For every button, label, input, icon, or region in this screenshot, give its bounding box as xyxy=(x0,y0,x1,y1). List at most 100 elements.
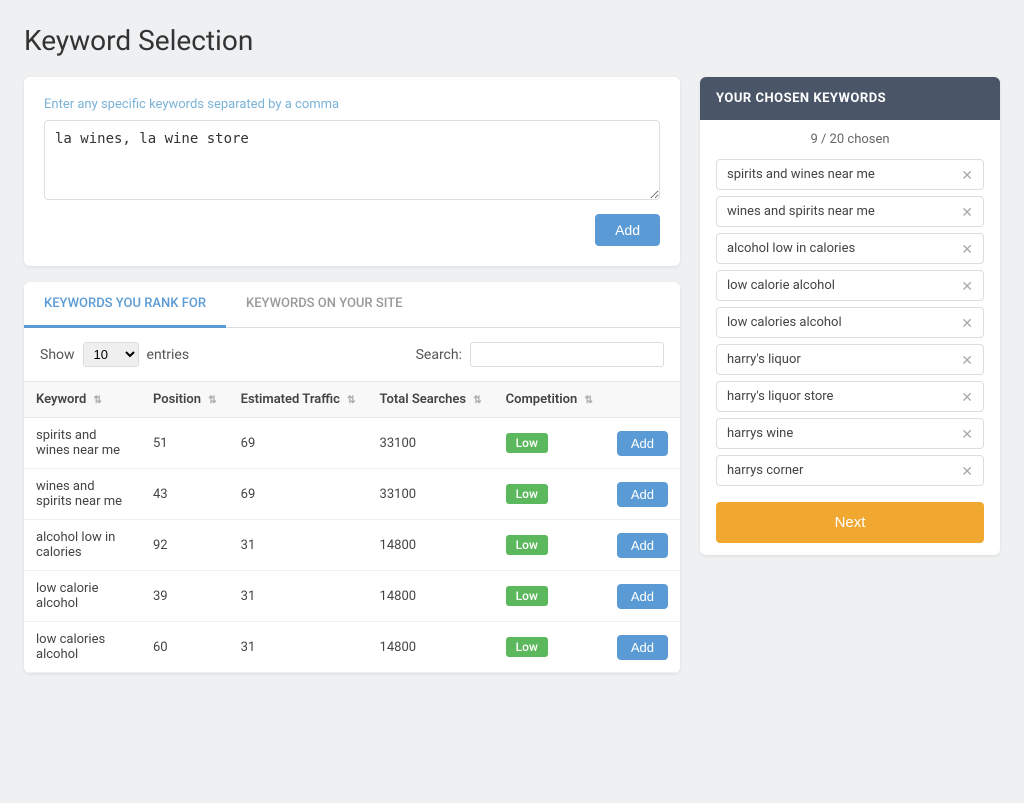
chosen-count: 9 / 20 chosen xyxy=(716,132,984,147)
chosen-keyword-item: harrys wine ✕ xyxy=(716,418,984,449)
remove-keyword-button[interactable]: ✕ xyxy=(961,353,973,367)
chosen-keyword-item: low calories alcohol ✕ xyxy=(716,307,984,338)
table-row: spirits and wines near me 51 69 33100 Lo… xyxy=(24,418,680,469)
add-row-button[interactable]: Add xyxy=(617,635,668,660)
chosen-keyword-label: spirits and wines near me xyxy=(727,167,875,182)
cell-position: 39 xyxy=(141,571,229,622)
cell-searches: 14800 xyxy=(368,571,494,622)
table-row: low calorie alcohol 39 31 14800 Low Add xyxy=(24,571,680,622)
keyword-textarea[interactable]: la wines, la wine store xyxy=(44,120,660,200)
cell-traffic: 31 xyxy=(229,622,368,673)
chosen-keyword-label: low calorie alcohol xyxy=(727,278,835,293)
sort-traffic-icon[interactable]: ⇅ xyxy=(347,395,355,406)
next-button[interactable]: Next xyxy=(716,502,984,543)
entries-label: entries xyxy=(147,347,190,363)
chosen-body: 9 / 20 chosen spirits and wines near me … xyxy=(700,120,1000,555)
col-header-competition: Competition ⇅ xyxy=(494,382,605,418)
col-header-traffic: Estimated Traffic ⇅ xyxy=(229,382,368,418)
cell-keyword: spirits and wines near me xyxy=(24,418,141,469)
remove-keyword-button[interactable]: ✕ xyxy=(961,168,973,182)
chosen-keyword-label: low calories alcohol xyxy=(727,315,842,330)
chosen-keyword-label: harrys wine xyxy=(727,426,793,441)
chosen-keyword-label: harry's liquor xyxy=(727,352,801,367)
col-header-keyword: Keyword ⇅ xyxy=(24,382,141,418)
right-panel: YOUR CHOSEN KEYWORDS 9 / 20 chosen spiri… xyxy=(700,77,1000,555)
remove-keyword-button[interactable]: ✕ xyxy=(961,279,973,293)
remove-keyword-button[interactable]: ✕ xyxy=(961,205,973,219)
cell-competition: Low xyxy=(494,622,605,673)
cell-traffic: 69 xyxy=(229,469,368,520)
cell-action: Add xyxy=(605,520,680,571)
table-search-input[interactable] xyxy=(470,342,664,367)
chosen-keyword-item: wines and spirits near me ✕ xyxy=(716,196,984,227)
left-panel: Enter any specific keywords separated by… xyxy=(24,77,680,673)
competition-badge: Low xyxy=(506,586,548,606)
competition-badge: Low xyxy=(506,433,548,453)
cell-action: Add xyxy=(605,469,680,520)
cell-traffic: 31 xyxy=(229,520,368,571)
cell-keyword: wines and spirits near me xyxy=(24,469,141,520)
cell-action: Add xyxy=(605,418,680,469)
keyword-input-card: Enter any specific keywords separated by… xyxy=(24,77,680,266)
table-controls: Show 10 25 50 100 entries Search: xyxy=(24,328,680,381)
remove-keyword-button[interactable]: ✕ xyxy=(961,242,973,256)
remove-keyword-button[interactable]: ✕ xyxy=(961,316,973,330)
entries-select[interactable]: 10 25 50 100 xyxy=(83,342,139,367)
chosen-keyword-item: alcohol low in calories ✕ xyxy=(716,233,984,264)
competition-badge: Low xyxy=(506,484,548,504)
chosen-keywords-card: YOUR CHOSEN KEYWORDS 9 / 20 chosen spiri… xyxy=(700,77,1000,555)
table-search-box: Search: xyxy=(416,342,664,367)
cell-keyword: alcohol low in calories xyxy=(24,520,141,571)
cell-position: 51 xyxy=(141,418,229,469)
tab-keywords-rank[interactable]: KEYWORDS YOU RANK FOR xyxy=(24,282,226,328)
page-title: Keyword Selection xyxy=(24,24,1000,57)
remove-keyword-button[interactable]: ✕ xyxy=(961,464,973,478)
cell-traffic: 31 xyxy=(229,571,368,622)
cell-competition: Low xyxy=(494,469,605,520)
chosen-keyword-item: harrys corner ✕ xyxy=(716,455,984,486)
remove-keyword-button[interactable]: ✕ xyxy=(961,390,973,404)
cell-competition: Low xyxy=(494,418,605,469)
cell-action: Add xyxy=(605,622,680,673)
chosen-keyword-item: spirits and wines near me ✕ xyxy=(716,159,984,190)
chosen-keyword-item: low calorie alcohol ✕ xyxy=(716,270,984,301)
sort-searches-icon[interactable]: ⇅ xyxy=(473,395,481,406)
table-row: low calories alcohol 60 31 14800 Low Add xyxy=(24,622,680,673)
chosen-keyword-label: harrys corner xyxy=(727,463,803,478)
competition-badge: Low xyxy=(506,535,548,555)
chosen-keywords-list: spirits and wines near me ✕ wines and sp… xyxy=(716,159,984,486)
keywords-table-card: KEYWORDS YOU RANK FOR KEYWORDS ON YOUR S… xyxy=(24,282,680,673)
tabs-header: KEYWORDS YOU RANK FOR KEYWORDS ON YOUR S… xyxy=(24,282,680,328)
add-row-button[interactable]: Add xyxy=(617,584,668,609)
add-keyword-button[interactable]: Add xyxy=(595,214,660,246)
add-row-button[interactable]: Add xyxy=(617,482,668,507)
cell-position: 92 xyxy=(141,520,229,571)
cell-competition: Low xyxy=(494,571,605,622)
col-header-searches: Total Searches ⇅ xyxy=(368,382,494,418)
keywords-table: Keyword ⇅ Position ⇅ Estimated Traffic ⇅ xyxy=(24,381,680,673)
chosen-keyword-item: harry's liquor ✕ xyxy=(716,344,984,375)
sort-position-icon[interactable]: ⇅ xyxy=(208,395,216,406)
table-row: wines and spirits near me 43 69 33100 Lo… xyxy=(24,469,680,520)
add-row-button[interactable]: Add xyxy=(617,533,668,558)
sort-competition-icon[interactable]: ⇅ xyxy=(584,395,592,406)
cell-searches: 14800 xyxy=(368,520,494,571)
col-header-position: Position ⇅ xyxy=(141,382,229,418)
cell-action: Add xyxy=(605,571,680,622)
remove-keyword-button[interactable]: ✕ xyxy=(961,427,973,441)
chosen-keyword-label: wines and spirits near me xyxy=(727,204,875,219)
sort-keyword-icon[interactable]: ⇅ xyxy=(94,395,102,406)
table-row: alcohol low in calories 92 31 14800 Low … xyxy=(24,520,680,571)
cell-keyword: low calorie alcohol xyxy=(24,571,141,622)
chosen-keyword-item: harry's liquor store ✕ xyxy=(716,381,984,412)
cell-position: 43 xyxy=(141,469,229,520)
chosen-keyword-label: alcohol low in calories xyxy=(727,241,855,256)
competition-badge: Low xyxy=(506,637,548,657)
keyword-input-label: Enter any specific keywords separated by… xyxy=(44,97,660,112)
add-row-button[interactable]: Add xyxy=(617,431,668,456)
tab-keywords-site[interactable]: KEYWORDS ON YOUR SITE xyxy=(226,282,422,328)
cell-keyword: low calories alcohol xyxy=(24,622,141,673)
chosen-keyword-label: harry's liquor store xyxy=(727,389,833,404)
chosen-header: YOUR CHOSEN KEYWORDS xyxy=(700,77,1000,120)
col-header-action xyxy=(605,382,680,418)
